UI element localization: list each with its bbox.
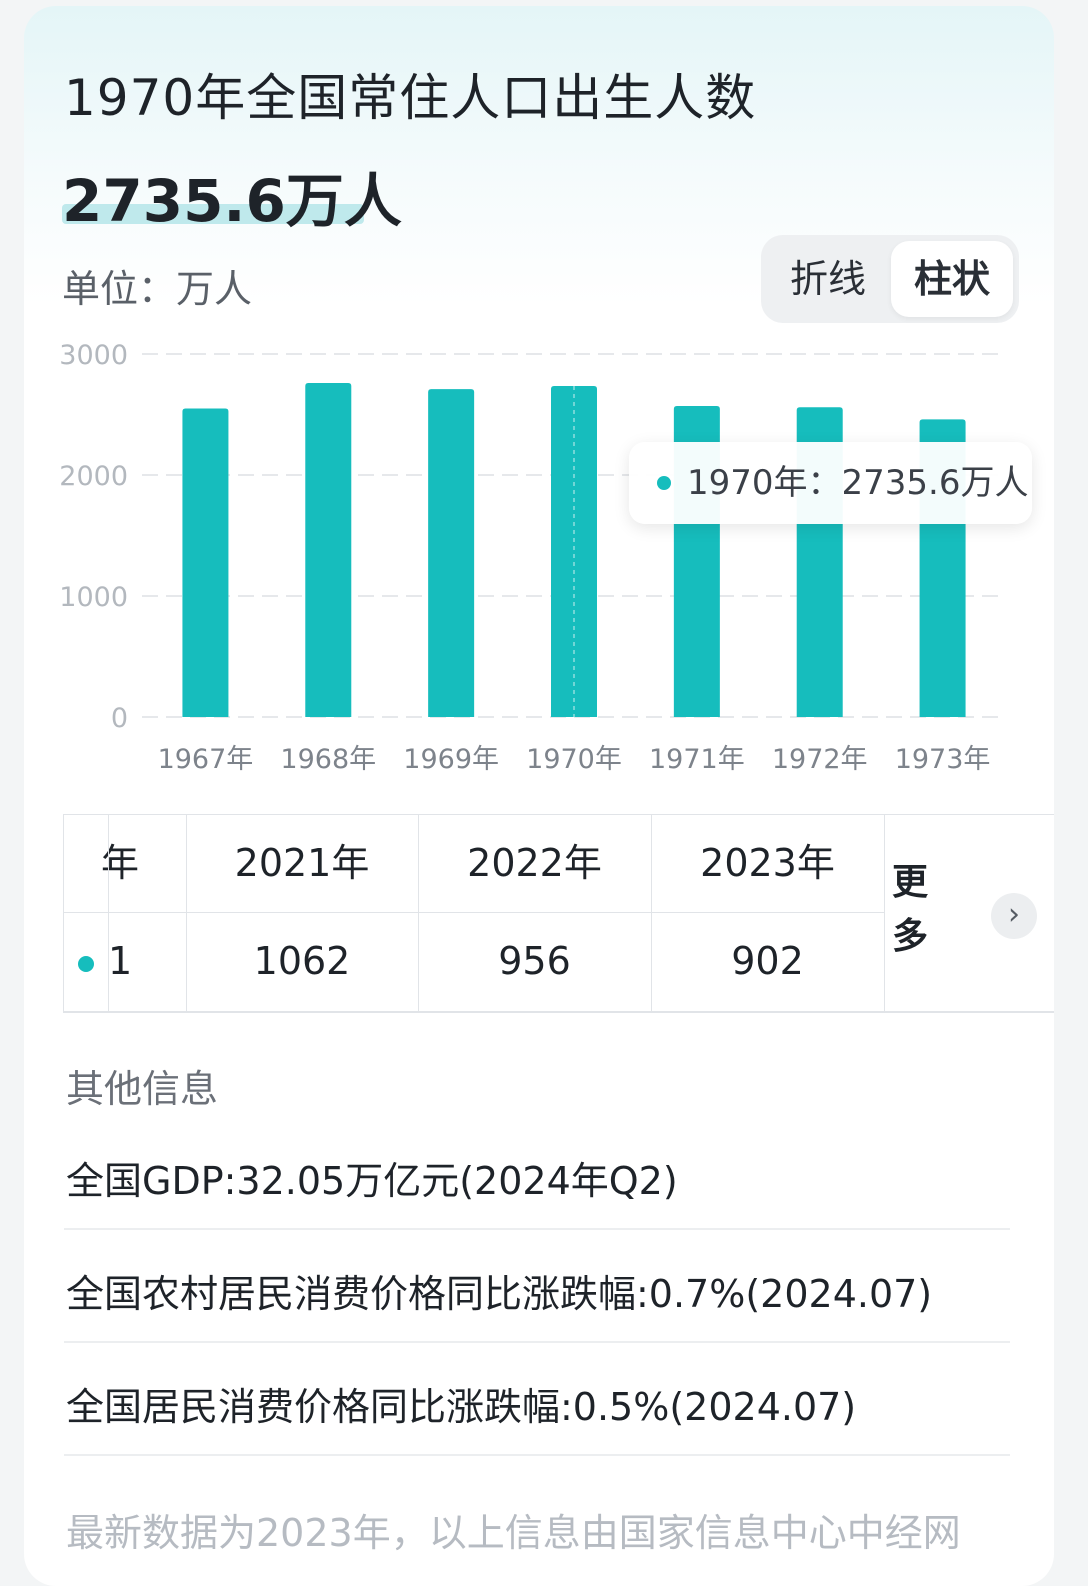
x-tick-label: 1969年 <box>403 744 499 775</box>
x-tick-label: 1971年 <box>649 744 745 775</box>
x-tick-label: 1973年 <box>895 744 991 775</box>
page-title: 1970年全国常住人口出生人数 <box>64 69 757 127</box>
toggle-line-option[interactable]: 折线 <box>767 241 889 317</box>
chart-type-toggle: 折线 柱状 <box>761 235 1019 323</box>
table-divider <box>651 815 652 1011</box>
y-tick-label: 0 <box>111 703 128 734</box>
table-header-year: 年 <box>100 841 139 885</box>
table-header-2022: 2022年 <box>467 841 602 885</box>
chevron-right-icon[interactable]: › <box>991 893 1037 939</box>
unit-label: 单位：万人 <box>62 267 253 311</box>
highlight-value-wrap: 2735.6万人 <box>62 154 402 238</box>
info-item[interactable]: 全国居民消费价格同比涨跌幅:0.5%(2024.07) <box>66 1376 856 1431</box>
source-footnote: 最新数据为2023年，以上信息由国家信息中心中经网 <box>66 1511 961 1555</box>
x-tick-label: 1967年 <box>158 744 254 775</box>
data-card: 1970年全国常住人口出生人数 2735.6万人 单位：万人 折线 柱状 0 10… <box>24 6 1054 1586</box>
x-tick-label: 1972年 <box>772 744 868 775</box>
highlight-value: 2735.6万人 <box>62 167 402 235</box>
divider <box>64 1228 1010 1230</box>
tooltip-text: 1970年：2735.6万人 <box>687 463 1029 503</box>
bar <box>428 389 475 717</box>
x-tick-label: 1968年 <box>280 744 376 775</box>
table-header-2023: 2023年 <box>700 841 835 885</box>
table-row-label: 1 <box>108 939 133 983</box>
divider <box>64 1454 1010 1456</box>
toggle-bar-option[interactable]: 柱状 <box>891 241 1013 317</box>
table-divider <box>884 815 885 1011</box>
tooltip-series-dot <box>657 476 671 490</box>
other-info-title: 其他信息 <box>66 1067 219 1111</box>
info-item[interactable]: 全国农村居民消费价格同比涨跌幅:0.7%(2024.07) <box>66 1263 932 1318</box>
chart-tooltip: 1970年：2735.6万人 <box>629 442 1032 524</box>
table-divider <box>186 815 187 1011</box>
bar <box>182 408 229 717</box>
divider <box>64 1341 1010 1343</box>
table-cell-2022: 956 <box>498 939 571 983</box>
x-tick-label: 1970年 <box>526 744 622 775</box>
y-tick-label: 3000 <box>59 340 128 371</box>
bar <box>305 383 352 717</box>
bar-chart[interactable]: 0 1000 2000 3000 1967年 1968年 1969年 1970年 1971年 19… <box>24 336 1054 796</box>
table-cell-2021: 1062 <box>253 939 351 983</box>
y-tick-label: 2000 <box>59 461 128 492</box>
table-divider <box>418 815 419 1011</box>
table-row-divider <box>64 912 884 913</box>
table-divider <box>108 815 109 1011</box>
table-cell-2023: 902 <box>731 939 804 983</box>
more-button-label[interactable]: 更多 <box>892 856 938 964</box>
info-item[interactable]: 全国GDP:32.05万亿元(2024年Q2) <box>66 1150 678 1205</box>
table-header-2021: 2021年 <box>234 841 370 885</box>
y-tick-label: 1000 <box>59 582 128 613</box>
table-series-dot <box>78 956 94 972</box>
